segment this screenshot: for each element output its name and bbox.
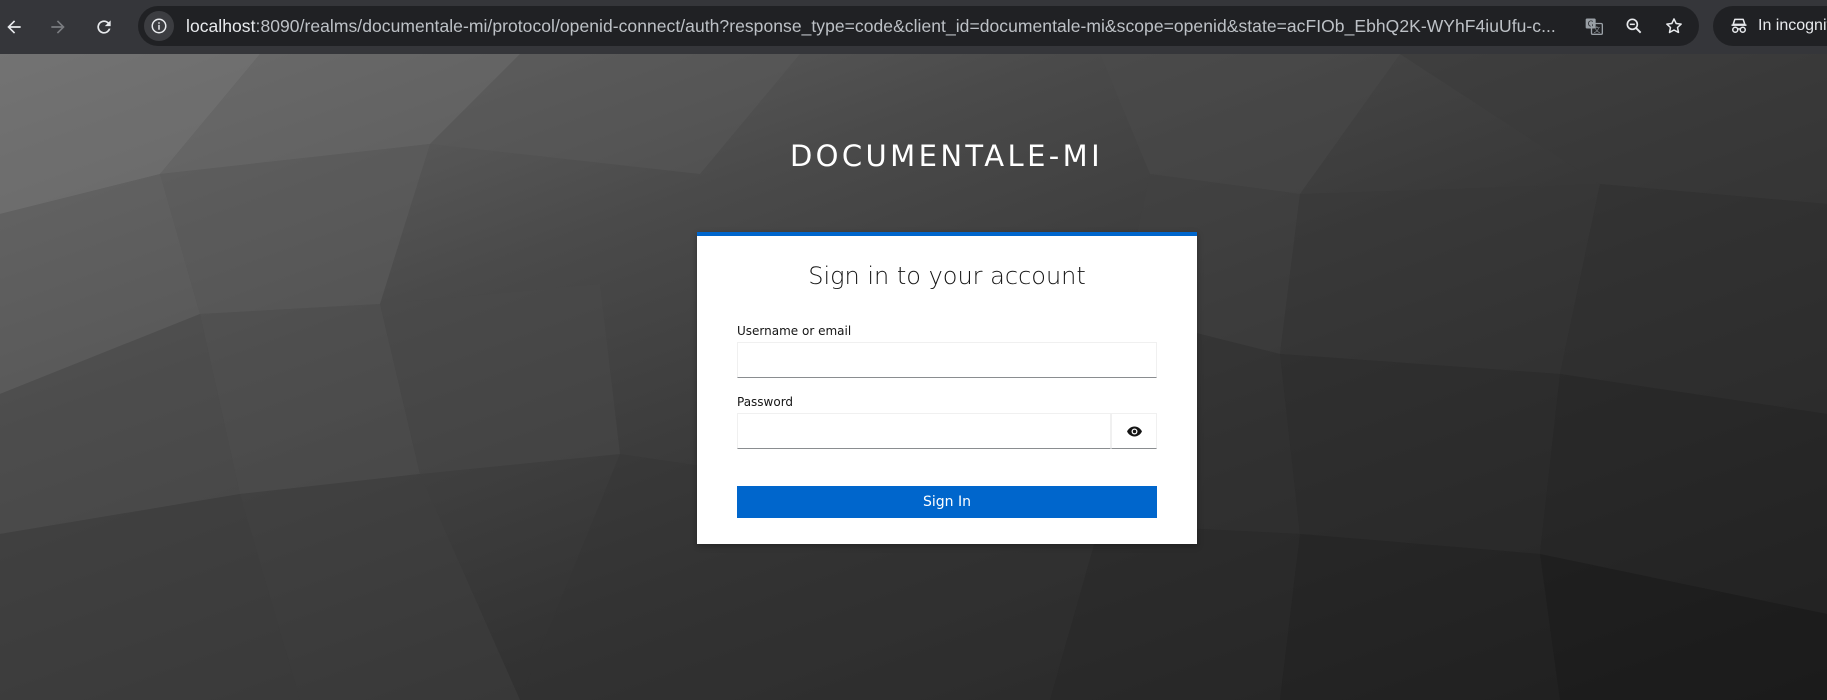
url-host: localhost [186, 15, 256, 36]
address-bar[interactable]: localhost:8090/realms/documentale-mi/pro… [138, 6, 1699, 46]
back-arrow-icon[interactable] [0, 9, 32, 45]
login-page: DOCUMENTALE-MI Sign in to your account U… [0, 54, 1827, 700]
reload-icon[interactable] [86, 9, 122, 45]
card-title: Sign in to your account [808, 262, 1086, 290]
url-path: :8090/realms/documentale-mi/protocol/ope… [255, 15, 1556, 36]
incognito-chip[interactable]: In incognito [1713, 6, 1827, 46]
username-label: Username or email [737, 324, 852, 338]
info-icon[interactable] [144, 11, 174, 41]
password-field-group [737, 413, 1157, 449]
incognito-icon [1731, 18, 1747, 33]
login-card: Sign in to your account Username or emai… [697, 232, 1197, 544]
incognito-label: In incognito [1758, 17, 1827, 34]
star-icon[interactable] [1661, 13, 1687, 39]
eye-icon [1126, 426, 1142, 436]
password-label: Password [737, 395, 794, 409]
username-input[interactable] [737, 342, 1157, 378]
url-text[interactable]: localhost:8090/realms/documentale-mi/pro… [186, 16, 1556, 37]
realm-title: DOCUMENTALE-MI [789, 139, 1104, 173]
zoom-icon[interactable] [1621, 13, 1647, 39]
omnibox-actions: G文 [1581, 6, 1687, 46]
password-input[interactable] [737, 413, 1111, 449]
svg-text:文: 文 [1594, 25, 1601, 34]
show-password-button[interactable] [1111, 413, 1157, 449]
sign-in-button[interactable]: Sign In [737, 486, 1157, 518]
browser-toolbar: localhost:8090/realms/documentale-mi/pro… [0, 0, 1827, 54]
forward-arrow-icon[interactable] [40, 9, 76, 45]
translate-icon[interactable]: G文 [1581, 13, 1607, 39]
